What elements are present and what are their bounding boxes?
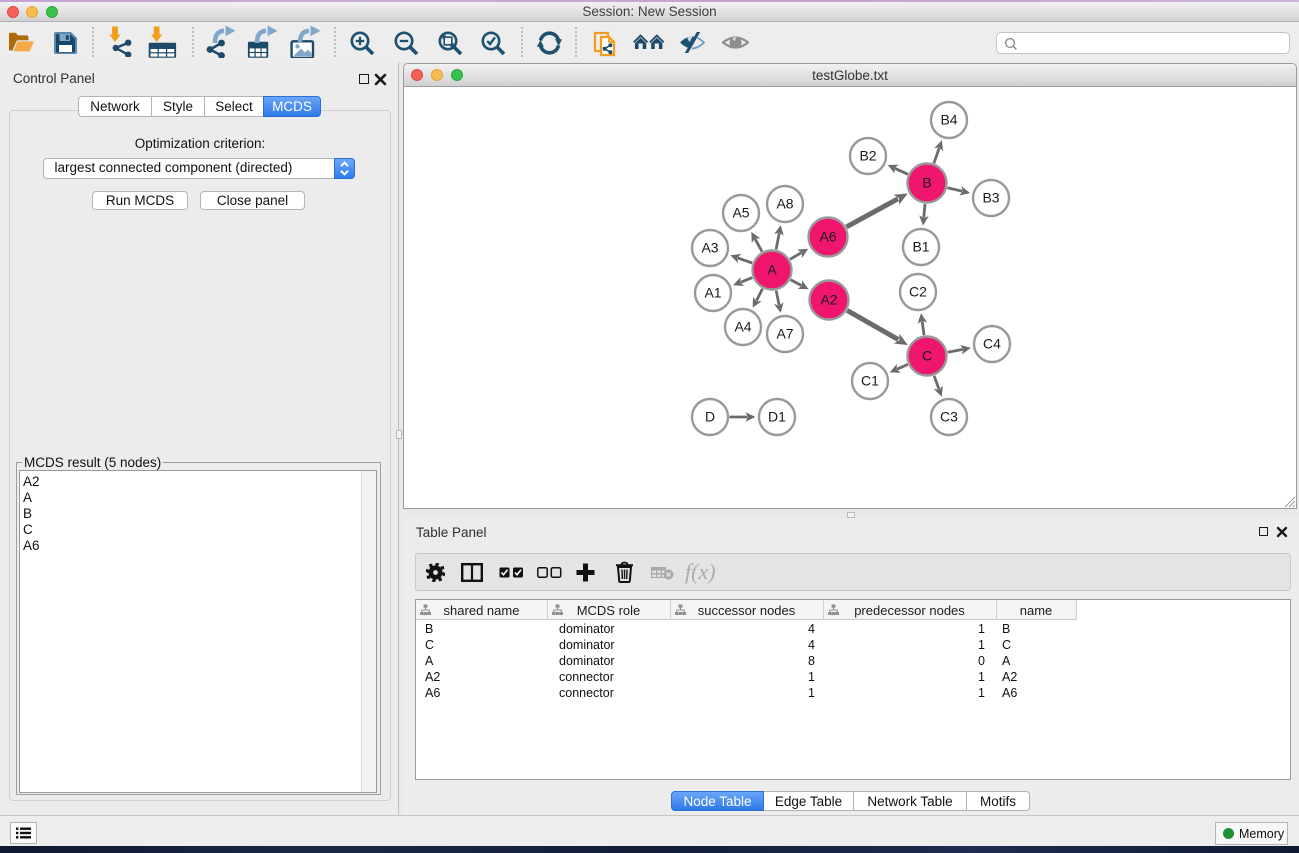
- svg-text:C4: C4: [983, 336, 1001, 352]
- svg-text:D: D: [705, 409, 715, 425]
- svg-text:A5: A5: [732, 205, 749, 221]
- svg-text:A4: A4: [734, 319, 751, 335]
- svg-text:A2: A2: [820, 292, 837, 308]
- svg-text:D1: D1: [768, 409, 786, 425]
- svg-text:C1: C1: [861, 373, 879, 389]
- svg-text:A3: A3: [701, 240, 718, 256]
- svg-text:B4: B4: [940, 112, 957, 128]
- svg-text:A: A: [767, 262, 777, 278]
- svg-text:A6: A6: [819, 229, 836, 245]
- svg-text:C: C: [922, 348, 932, 364]
- svg-text:A7: A7: [776, 326, 793, 342]
- svg-text:B3: B3: [982, 190, 999, 206]
- svg-text:A1: A1: [704, 285, 721, 301]
- svg-text:B1: B1: [912, 239, 929, 255]
- svg-text:B: B: [922, 175, 931, 191]
- svg-text:C3: C3: [940, 409, 958, 425]
- svg-text:C2: C2: [909, 284, 927, 300]
- svg-text:A8: A8: [776, 196, 793, 212]
- svg-text:B2: B2: [859, 148, 876, 164]
